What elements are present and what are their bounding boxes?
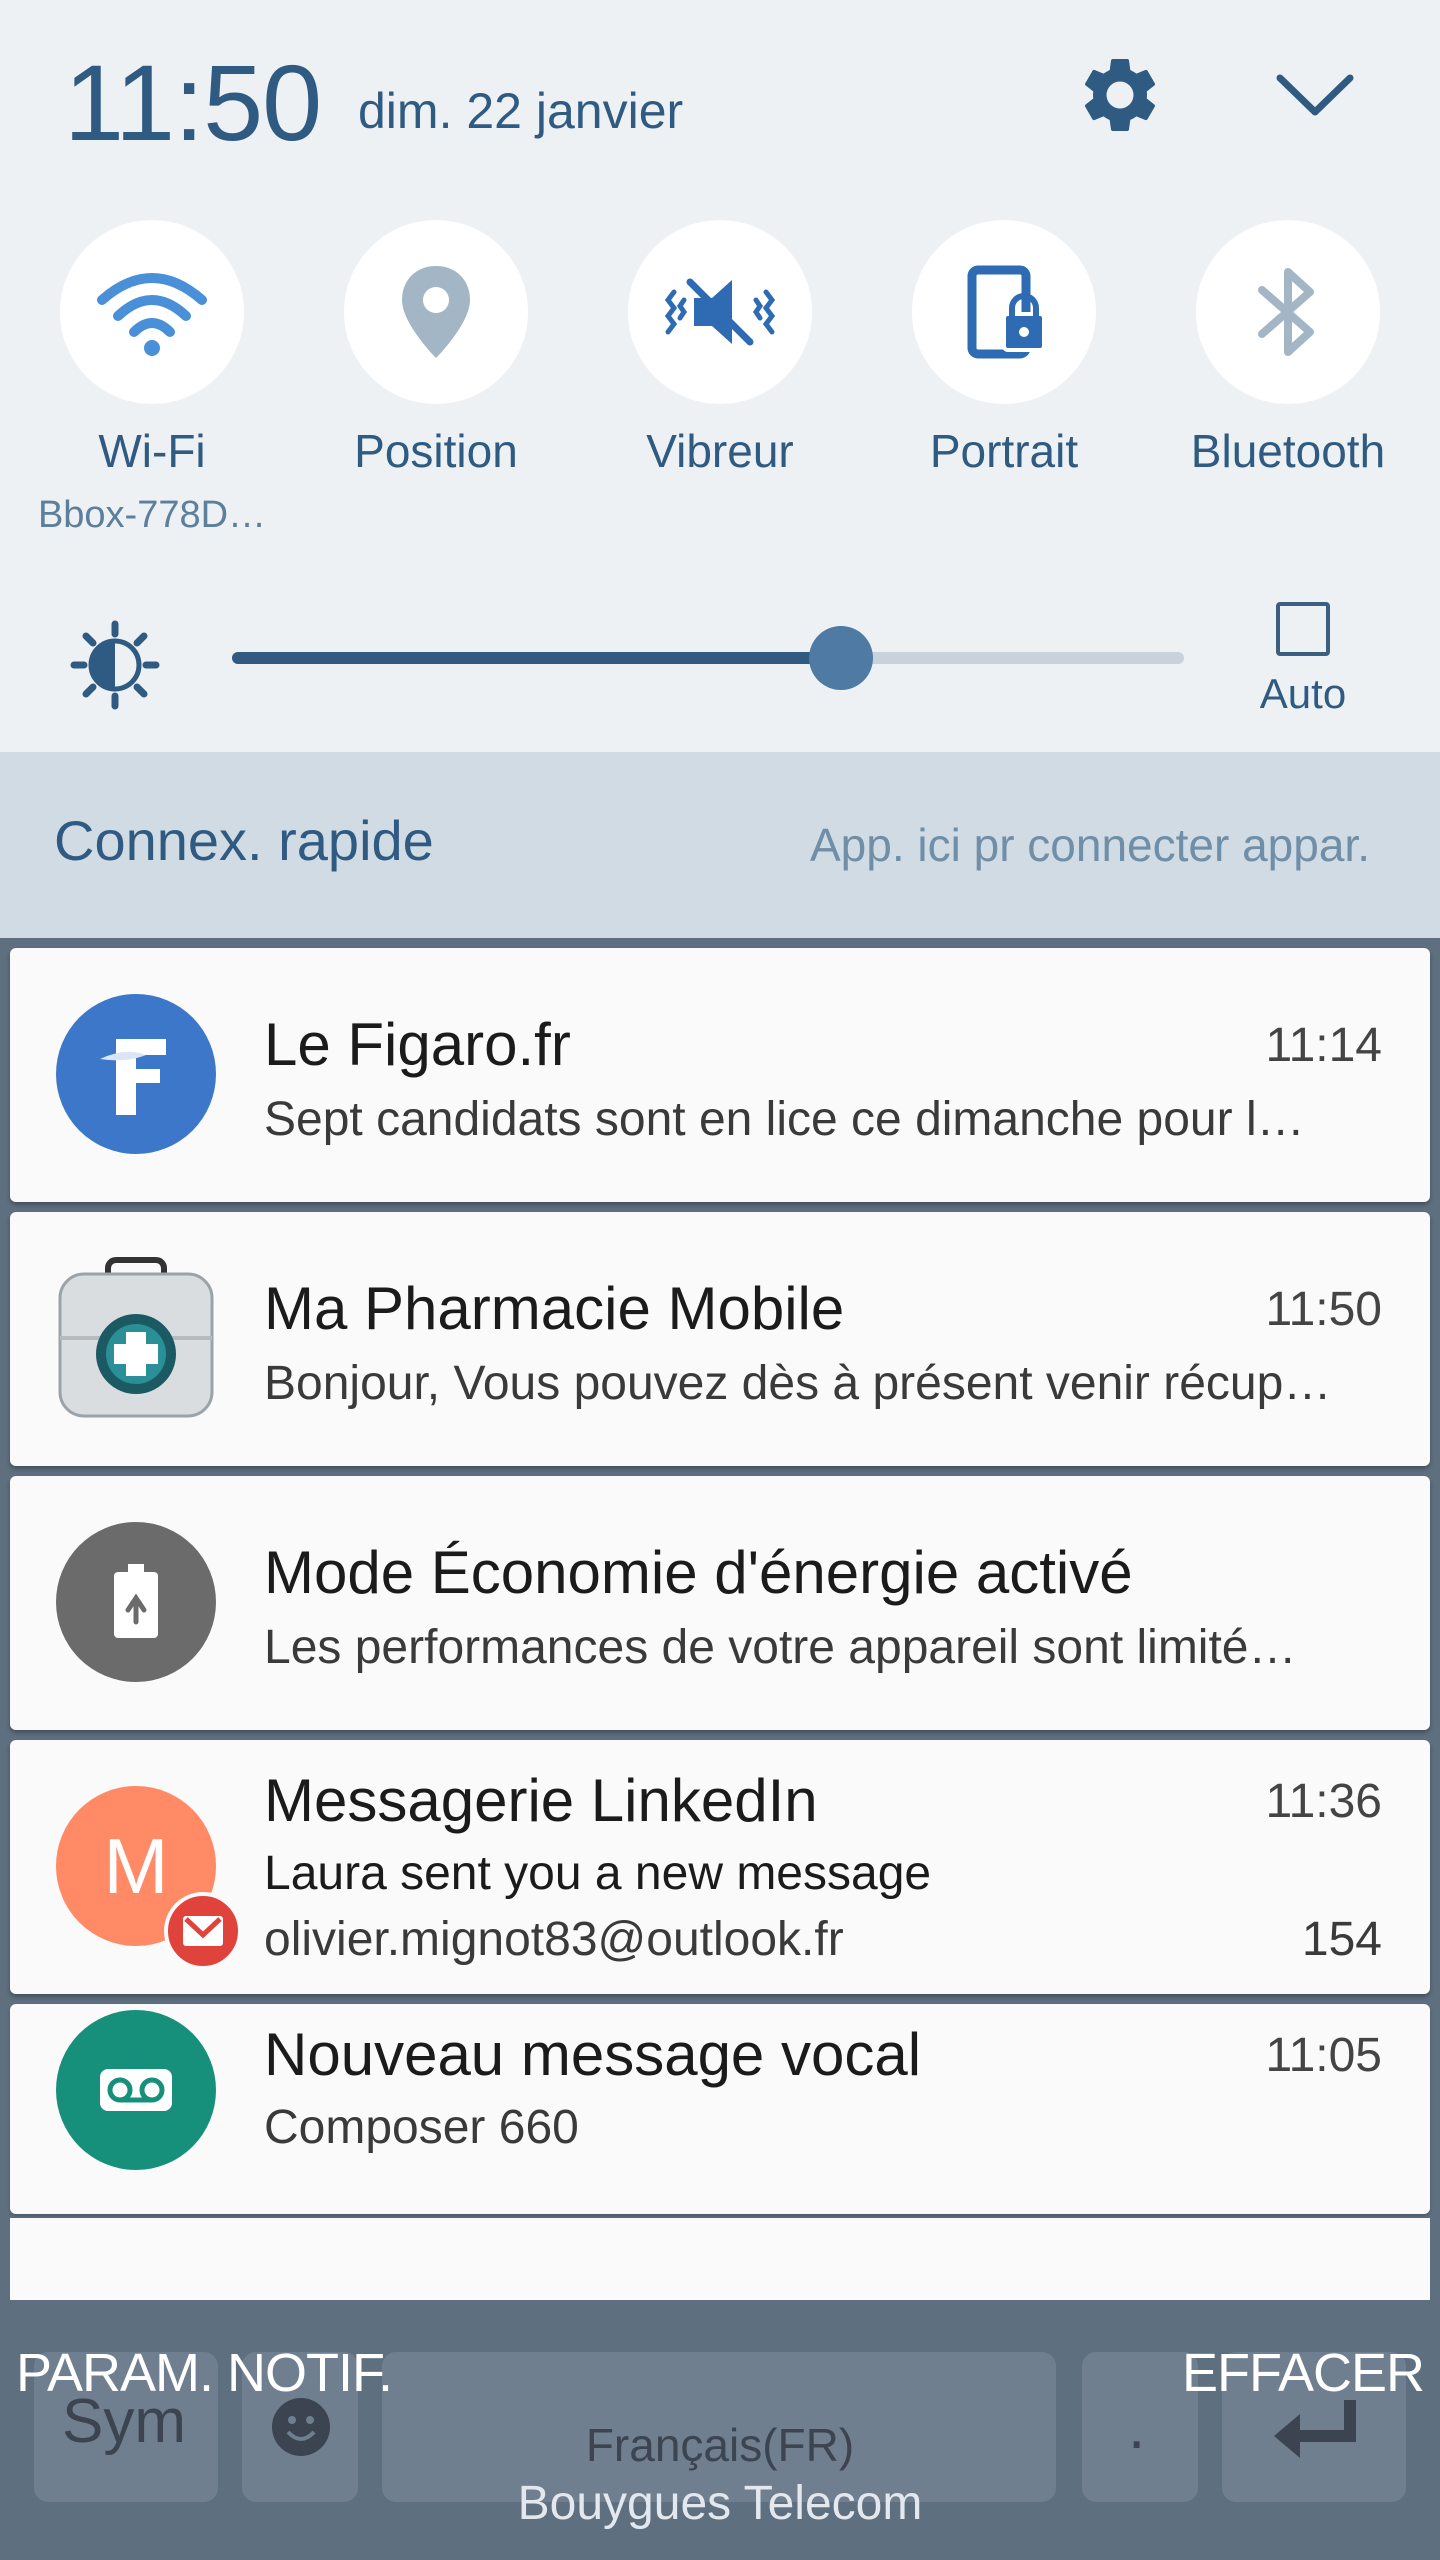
carrier-name: Bouygues Telecom bbox=[517, 2477, 923, 2530]
notification-count: 154 bbox=[1301, 1913, 1382, 1966]
wifi-label: Wi-Fi bbox=[98, 425, 206, 477]
pharmacy-kit-icon bbox=[56, 1256, 216, 1420]
notification-list-end bbox=[10, 2218, 1430, 2306]
portrait-label: Portrait bbox=[929, 425, 1079, 477]
brightness-slider-fill bbox=[232, 652, 841, 664]
smiley-icon bbox=[272, 2398, 330, 2456]
bluetooth-icon bbox=[1258, 268, 1314, 356]
bluetooth-toggle[interactable] bbox=[1196, 220, 1380, 404]
enter-arrow-icon bbox=[1274, 2400, 1356, 2458]
notification-title: Nouveau message vocal bbox=[264, 2021, 922, 2088]
portrait-toggle[interactable] bbox=[912, 220, 1096, 404]
quick-connect-hint: App. ici pr connecter appar. bbox=[810, 819, 1370, 871]
notification-time: 11:05 bbox=[1265, 2029, 1382, 2082]
keyboard-dot-label: . bbox=[1128, 2393, 1146, 2462]
notification-voicemail[interactable]: Nouveau message vocal 11:05 Composer 660 bbox=[10, 2004, 1430, 2214]
auto-brightness-label: Auto bbox=[1259, 670, 1347, 717]
portrait-lock-icon bbox=[967, 265, 1046, 359]
notification-pharmacy[interactable]: Ma Pharmacie Mobile 11:50 Bonjour, Vous … bbox=[10, 1212, 1430, 1466]
wifi-network-name: Bbox-778D… bbox=[37, 494, 267, 536]
clear-notifications-button[interactable]: EFFACER bbox=[1182, 2342, 1425, 2404]
bluetooth-label: Bluetooth bbox=[1190, 425, 1386, 477]
notification-title: Le Figaro.fr bbox=[264, 1011, 571, 1078]
notification-time: 11:50 bbox=[1265, 1283, 1382, 1336]
notification-text: Composer 660 bbox=[264, 2101, 579, 2154]
notification-text: Bonjour, Vous pouvez dès à présent venir… bbox=[264, 1357, 1332, 1410]
figaro-icon bbox=[56, 994, 216, 1154]
auto-brightness-checkbox[interactable] bbox=[1276, 602, 1330, 656]
notification-power-saving[interactable]: Mode Économie d'énergie activé Les perfo… bbox=[10, 1476, 1430, 1730]
battery-saver-icon bbox=[56, 1522, 216, 1682]
quick-connect-title: Connex. rapide bbox=[54, 809, 434, 872]
clock: 11:50 bbox=[64, 42, 322, 163]
brightness-icon bbox=[70, 620, 160, 710]
notification-figaro[interactable]: Le Figaro.fr 11:14 Sept candidats sont e… bbox=[10, 948, 1430, 1202]
position-label: Position bbox=[354, 425, 518, 477]
location-pin-icon bbox=[402, 266, 470, 358]
wifi-icon bbox=[97, 273, 207, 356]
email-badge-icon bbox=[164, 1892, 242, 1970]
notification-title: Messagerie LinkedIn bbox=[264, 1767, 818, 1834]
notification-settings-button[interactable]: PARAM. NOTIF. bbox=[16, 2342, 393, 2404]
notification-text: Les performances de votre appareil sont … bbox=[264, 1621, 1297, 1674]
notification-text: Laura sent you a new message bbox=[264, 1847, 932, 1900]
position-toggle[interactable] bbox=[344, 220, 528, 404]
wifi-toggle[interactable] bbox=[60, 220, 244, 404]
brightness-slider-thumb[interactable] bbox=[809, 626, 873, 690]
quick-settings-panel: 11:50 dim. 22 janvier Wi-Fi Bbox-778D… P… bbox=[0, 0, 1440, 752]
notification-time: 11:14 bbox=[1265, 1019, 1382, 1072]
notification-title: Ma Pharmacie Mobile bbox=[264, 1275, 845, 1342]
vibrate-toggle[interactable] bbox=[628, 220, 812, 404]
brightness-slider[interactable] bbox=[232, 626, 1184, 690]
avatar-letter: M bbox=[103, 1821, 169, 1910]
date: dim. 22 janvier bbox=[358, 83, 684, 139]
notification-time: 11:36 bbox=[1265, 1775, 1382, 1828]
notification-footer: Sym Français(FR) . PARAM. NOTIF. EFFACER… bbox=[0, 2300, 1440, 2560]
collapse-chevron-icon[interactable] bbox=[1270, 60, 1360, 130]
voicemail-icon bbox=[56, 2010, 216, 2170]
notification-text: Sept candidats sont en lice ce dimanche … bbox=[264, 1093, 1305, 1146]
notification-account: olivier.mignot83@outlook.fr bbox=[264, 1913, 844, 1966]
vibrate-icon bbox=[664, 278, 776, 346]
settings-gear-icon[interactable] bbox=[1075, 50, 1165, 140]
keyboard-language-label: Français(FR) bbox=[585, 2419, 855, 2471]
notification-linkedin-mail[interactable]: M Messagerie LinkedIn 11:36 Laura sent y… bbox=[10, 1740, 1430, 1994]
notification-title: Mode Économie d'énergie activé bbox=[264, 1539, 1133, 1606]
quick-connect-bar[interactable]: Connex. rapide App. ici pr connecter app… bbox=[0, 752, 1440, 938]
vibrate-label: Vibreur bbox=[646, 425, 794, 477]
